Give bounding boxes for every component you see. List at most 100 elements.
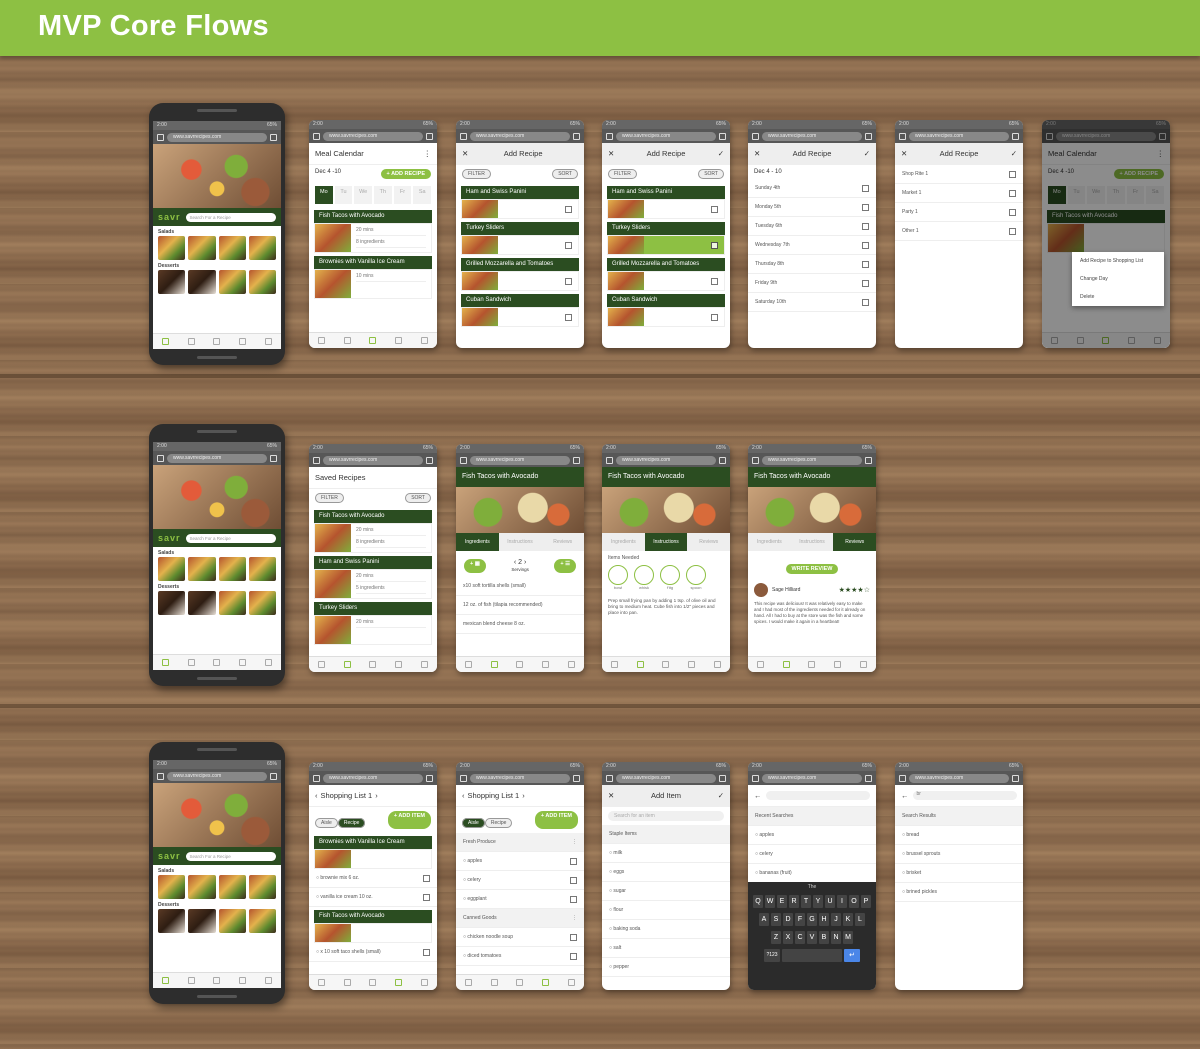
key[interactable]: W xyxy=(765,895,775,908)
tabs-icon[interactable] xyxy=(719,456,726,464)
home-icon[interactable] xyxy=(313,456,320,464)
key[interactable]: P xyxy=(861,895,871,908)
key[interactable]: B xyxy=(819,931,829,944)
key[interactable]: K xyxy=(843,913,853,926)
nav-icon[interactable] xyxy=(162,977,170,984)
search-input[interactable]: Search for an item xyxy=(608,811,724,821)
key[interactable]: Q xyxy=(753,895,763,908)
home-icon[interactable] xyxy=(752,132,759,140)
recipe-title[interactable]: Grilled Mozzarella and Tomatoes xyxy=(607,258,725,271)
recipe-thumb[interactable] xyxy=(188,909,216,933)
tabs-icon[interactable] xyxy=(426,132,433,140)
url-field[interactable]: www.savrrecipes.com xyxy=(167,132,267,142)
search-result[interactable]: ○ brisket xyxy=(895,864,1023,883)
tabs-icon[interactable] xyxy=(426,774,433,782)
recipe-thumb[interactable] xyxy=(158,236,186,260)
day-tab[interactable]: We xyxy=(354,186,373,204)
recent-search[interactable]: ○ bananas (fruit) xyxy=(748,864,876,883)
nav-icon[interactable] xyxy=(808,661,816,668)
recipe-title[interactable]: Cuban Sandwich xyxy=(461,294,579,307)
recipe-checkbox[interactable] xyxy=(711,241,718,249)
key[interactable]: D xyxy=(783,913,793,926)
url-field[interactable]: www.savrrecipes.com xyxy=(762,131,862,141)
tabs-icon[interactable] xyxy=(719,132,726,140)
nav-icon[interactable] xyxy=(420,337,428,344)
url-field[interactable]: www.savrrecipes.com xyxy=(167,771,267,781)
nav-icon[interactable] xyxy=(757,661,765,668)
key[interactable]: H xyxy=(819,913,829,926)
key[interactable]: A xyxy=(759,913,769,926)
nav-icon[interactable] xyxy=(420,661,428,668)
recipe-toggle[interactable]: Recipe xyxy=(484,818,513,828)
url-field[interactable]: www.savrrecipes.com xyxy=(909,131,1009,141)
home-icon[interactable] xyxy=(157,454,164,462)
staple-item[interactable]: ○ eggs xyxy=(602,863,730,882)
staple-item[interactable]: ○ pepper xyxy=(602,958,730,977)
url-field[interactable]: www.savrrecipes.com xyxy=(470,455,570,465)
nav-icon[interactable] xyxy=(611,661,619,668)
list-option[interactable]: Party 1 xyxy=(895,203,1023,222)
nav-icon[interactable] xyxy=(162,338,170,345)
nav-icon[interactable] xyxy=(395,337,403,344)
nav-icon[interactable] xyxy=(239,659,247,666)
day-option[interactable]: Monday 5th xyxy=(748,198,876,217)
key[interactable]: R xyxy=(789,895,799,908)
recipe-title[interactable]: Grilled Mozzarella and Tomatoes xyxy=(461,258,579,271)
url-field[interactable]: www.savrrecipes.com xyxy=(616,773,716,783)
nav-icon[interactable] xyxy=(713,661,721,668)
nav-icon[interactable] xyxy=(516,979,524,986)
tabs-icon[interactable] xyxy=(270,454,277,462)
recent-search[interactable]: ○ celery xyxy=(748,845,876,864)
recipe-thumb[interactable] xyxy=(158,270,186,294)
list-item[interactable]: ○ celery xyxy=(456,871,584,890)
tabs-icon[interactable] xyxy=(270,133,277,141)
home-icon[interactable] xyxy=(899,132,906,140)
sort-button[interactable]: SORT xyxy=(405,493,431,503)
filter-button[interactable]: FILTER xyxy=(315,493,344,503)
key[interactable]: S xyxy=(771,913,781,926)
day-tab[interactable]: Th xyxy=(374,186,392,204)
list-item[interactable]: ○ eggplant xyxy=(456,890,584,909)
aisle-toggle[interactable]: Aisle xyxy=(315,818,338,828)
key[interactable]: G xyxy=(807,913,817,926)
home-icon[interactable] xyxy=(899,774,906,782)
tabs-icon[interactable] xyxy=(865,774,872,782)
nav-icon[interactable] xyxy=(662,661,670,668)
nav-icon[interactable] xyxy=(369,661,377,668)
recipe-tab[interactable]: Instructions xyxy=(644,533,688,551)
day-option[interactable]: Friday 9th xyxy=(748,274,876,293)
key[interactable]: Y xyxy=(813,895,823,908)
url-field[interactable]: www.savrrecipes.com xyxy=(167,453,267,463)
list-item[interactable]: ○ vanilla ice cream 10 oz. xyxy=(309,888,437,907)
filter-button[interactable]: FILTER xyxy=(462,169,491,179)
search-input[interactable]: Search For a Recipe xyxy=(185,212,276,222)
recipe-thumb[interactable] xyxy=(158,591,186,615)
recipe-toggle[interactable]: Recipe xyxy=(337,818,366,828)
url-field[interactable]: www.savrrecipes.com xyxy=(470,773,570,783)
recipe-thumb[interactable] xyxy=(248,875,276,899)
nav-icon[interactable] xyxy=(318,661,326,668)
day-option[interactable]: Thursday 8th xyxy=(748,255,876,274)
nav-icon[interactable] xyxy=(187,977,195,984)
recipe-title[interactable]: Cuban Sandwich xyxy=(607,294,725,307)
nav-icon[interactable] xyxy=(636,661,644,668)
day-tab[interactable]: Sa xyxy=(413,186,432,204)
menu-item[interactable]: Add Recipe to Shopping List xyxy=(1072,252,1164,270)
add-to-list-button[interactable]: + ☰ xyxy=(554,559,576,573)
nav-icon[interactable] xyxy=(264,338,272,345)
recent-search[interactable]: ○ apples xyxy=(748,826,876,845)
key[interactable]: F xyxy=(795,913,805,926)
tabs-icon[interactable] xyxy=(719,774,726,782)
nav-icon[interactable] xyxy=(369,337,377,344)
recipe-thumb[interactable] xyxy=(158,909,186,933)
add-item-button[interactable]: + ADD ITEM xyxy=(534,811,578,829)
list-item[interactable]: ○ chicken noodle soup xyxy=(456,928,584,947)
nav-icon[interactable] xyxy=(239,977,247,984)
nav-icon[interactable] xyxy=(490,979,498,986)
nav-icon[interactable] xyxy=(542,661,550,668)
write-review-button[interactable]: WRITE REVIEW xyxy=(785,564,839,574)
nav-icon[interactable] xyxy=(859,661,867,668)
nav-icon[interactable] xyxy=(343,337,351,344)
tabs-icon[interactable] xyxy=(865,456,872,464)
add-recipe-button[interactable]: + ADD RECIPE xyxy=(380,169,431,179)
